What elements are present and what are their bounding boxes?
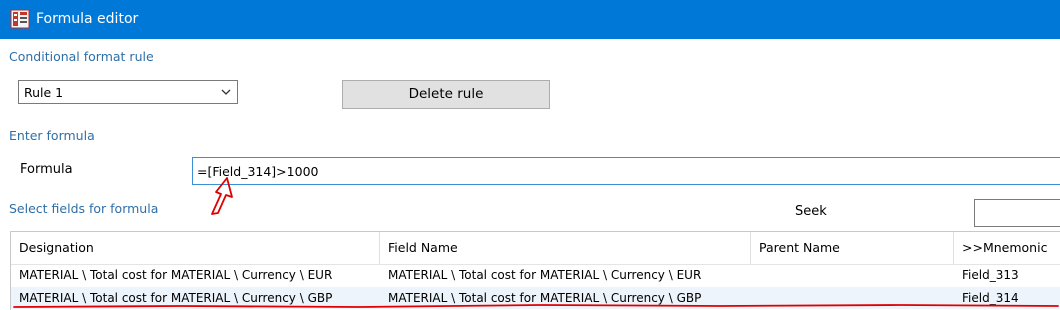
- formula-label: Formula: [20, 162, 73, 177]
- chevron-down-icon[interactable]: [220, 86, 232, 98]
- field-name-cell: MATERIAL \ Total cost for MATERIAL \ Cur…: [388, 268, 702, 282]
- column-header-designation[interactable]: Designation: [11, 232, 379, 264]
- rule-select-value: Rule 1: [24, 85, 64, 100]
- rule-select[interactable]: Rule 1: [18, 80, 238, 104]
- column-header-parent-name[interactable]: Parent Name: [751, 232, 953, 264]
- window-title: Formula editor: [36, 11, 139, 27]
- delete-rule-button[interactable]: Delete rule: [342, 80, 550, 109]
- column-header-mnemonic[interactable]: >>Mnemonic: [954, 232, 1060, 264]
- designation-cell: MATERIAL \ Total cost for MATERIAL \ Cur…: [19, 291, 333, 305]
- title-bar: Formula editor: [0, 0, 1060, 39]
- formula-input[interactable]: [192, 157, 1060, 185]
- mnemonic-cell: Field_313: [962, 268, 1019, 282]
- field-name-cell: MATERIAL \ Total cost for MATERIAL \ Cur…: [388, 291, 702, 305]
- enter-formula-section-label: Enter formula: [9, 128, 95, 143]
- grid-header: Designation Field Name Parent Name >>Mne…: [11, 232, 1060, 265]
- select-fields-section-label: Select fields for formula: [9, 201, 159, 216]
- table-row[interactable]: MATERIAL \ Total cost for MATERIAL \ Cur…: [11, 287, 1060, 309]
- parent-name-cell: [751, 264, 953, 286]
- conditional-format-section-label: Conditional format rule: [9, 49, 154, 64]
- table-row[interactable]: MATERIAL \ Total cost for MATERIAL \ Cur…: [11, 264, 1060, 286]
- parent-name-cell: [751, 287, 953, 309]
- designation-cell: MATERIAL \ Total cost for MATERIAL \ Cur…: [19, 268, 333, 282]
- fields-grid[interactable]: Designation Field Name Parent Name >>Mne…: [10, 231, 1060, 310]
- formula-editor-window: Formula editor Conditional format rule R…: [0, 0, 1060, 310]
- formula-app-icon: [10, 9, 30, 29]
- mnemonic-cell: Field_314: [962, 291, 1019, 305]
- seek-label: Seek: [795, 204, 827, 219]
- column-header-field-name[interactable]: Field Name: [380, 232, 750, 264]
- seek-input[interactable]: [974, 199, 1060, 227]
